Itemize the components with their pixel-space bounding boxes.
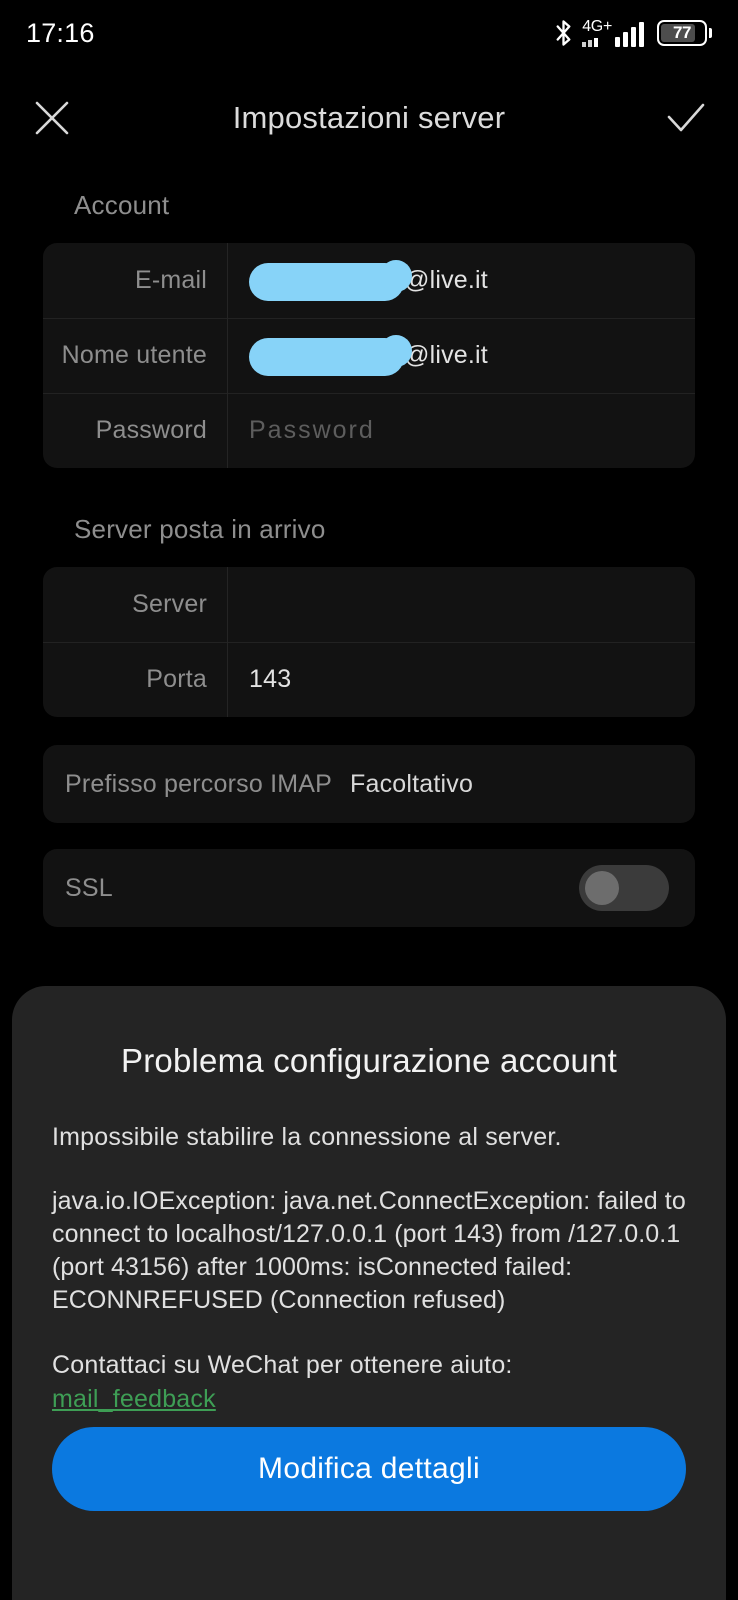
ssl-toggle[interactable]	[579, 865, 669, 911]
edit-details-button[interactable]: Modifica dettagli	[52, 1427, 686, 1511]
port-label: Porta	[43, 665, 227, 694]
email-input[interactable]: @live.it	[227, 243, 695, 318]
email-domain-text: @live.it	[404, 266, 488, 295]
dialog-title: Problema configurazione account	[52, 1042, 686, 1080]
username-input[interactable]: @live.it	[227, 318, 695, 393]
status-bar: 17:16 4G+ 77	[0, 0, 738, 66]
field-row-password[interactable]: Password Password	[43, 393, 695, 468]
redaction-mark	[249, 263, 404, 301]
status-icons: 4G+ 77	[554, 19, 712, 47]
status-time: 17:16	[26, 18, 95, 49]
dialog-contact-text: Contattaci su WeChat per ottenere aiuto:	[52, 1351, 686, 1380]
port-input[interactable]: 143	[227, 642, 695, 717]
network-indicator: 4G+	[582, 19, 644, 47]
dialog-subtitle: Impossibile stabilire la connessione al …	[52, 1123, 686, 1152]
row-separator	[227, 642, 228, 717]
check-icon	[664, 99, 708, 137]
row-separator	[227, 318, 228, 393]
wechat-feedback-link[interactable]: mail_feedback	[52, 1385, 216, 1414]
network-type-label: 4G+	[582, 19, 612, 34]
redaction-mark	[249, 338, 404, 376]
incoming-fields-card: Server Porta 143	[43, 567, 695, 717]
account-section-header: Account	[0, 190, 738, 221]
close-icon	[33, 99, 71, 137]
phone-screen: 17:16 4G+ 77	[0, 0, 738, 1600]
data-activity-icon	[582, 36, 598, 47]
imap-prefix-row[interactable]: Prefisso percorso IMAP Facoltativo	[43, 745, 695, 823]
server-label: Server	[43, 590, 227, 619]
signal-bars-icon	[615, 22, 644, 47]
password-label: Password	[43, 416, 227, 445]
row-separator	[227, 393, 228, 468]
close-button[interactable]	[0, 80, 104, 156]
dialog-stack-trace: java.io.IOException: java.net.ConnectExc…	[52, 1185, 686, 1317]
battery-level-label: 77	[673, 23, 691, 43]
bluetooth-icon	[554, 20, 573, 46]
row-separator	[227, 243, 228, 318]
ssl-row[interactable]: SSL	[43, 849, 695, 927]
ssl-label: SSL	[65, 874, 113, 903]
battery-icon: 77	[657, 20, 712, 46]
field-row-email[interactable]: E-mail @live.it	[43, 243, 695, 318]
password-input[interactable]: Password	[227, 393, 695, 468]
username-label: Nome utente	[43, 341, 227, 370]
settings-content: Account E-mail @live.it Nome utente @liv…	[0, 190, 738, 927]
imap-prefix-label: Prefisso percorso IMAP	[65, 770, 332, 799]
incoming-section-header: Server posta in arrivo	[0, 514, 738, 545]
app-bar: Impostazioni server	[0, 80, 738, 156]
username-domain-text: @live.it	[404, 341, 488, 370]
row-separator	[227, 567, 228, 642]
ssl-toggle-knob	[585, 871, 619, 905]
page-title: Impostazioni server	[104, 100, 634, 136]
field-row-username[interactable]: Nome utente @live.it	[43, 318, 695, 393]
field-row-server[interactable]: Server	[43, 567, 695, 642]
imap-prefix-input[interactable]: Facoltativo	[350, 770, 473, 799]
server-input[interactable]	[227, 567, 695, 642]
confirm-button[interactable]	[634, 80, 738, 156]
field-row-port[interactable]: Porta 143	[43, 642, 695, 717]
email-label: E-mail	[43, 266, 227, 295]
account-fields-card: E-mail @live.it Nome utente @live.it Pas…	[43, 243, 695, 468]
